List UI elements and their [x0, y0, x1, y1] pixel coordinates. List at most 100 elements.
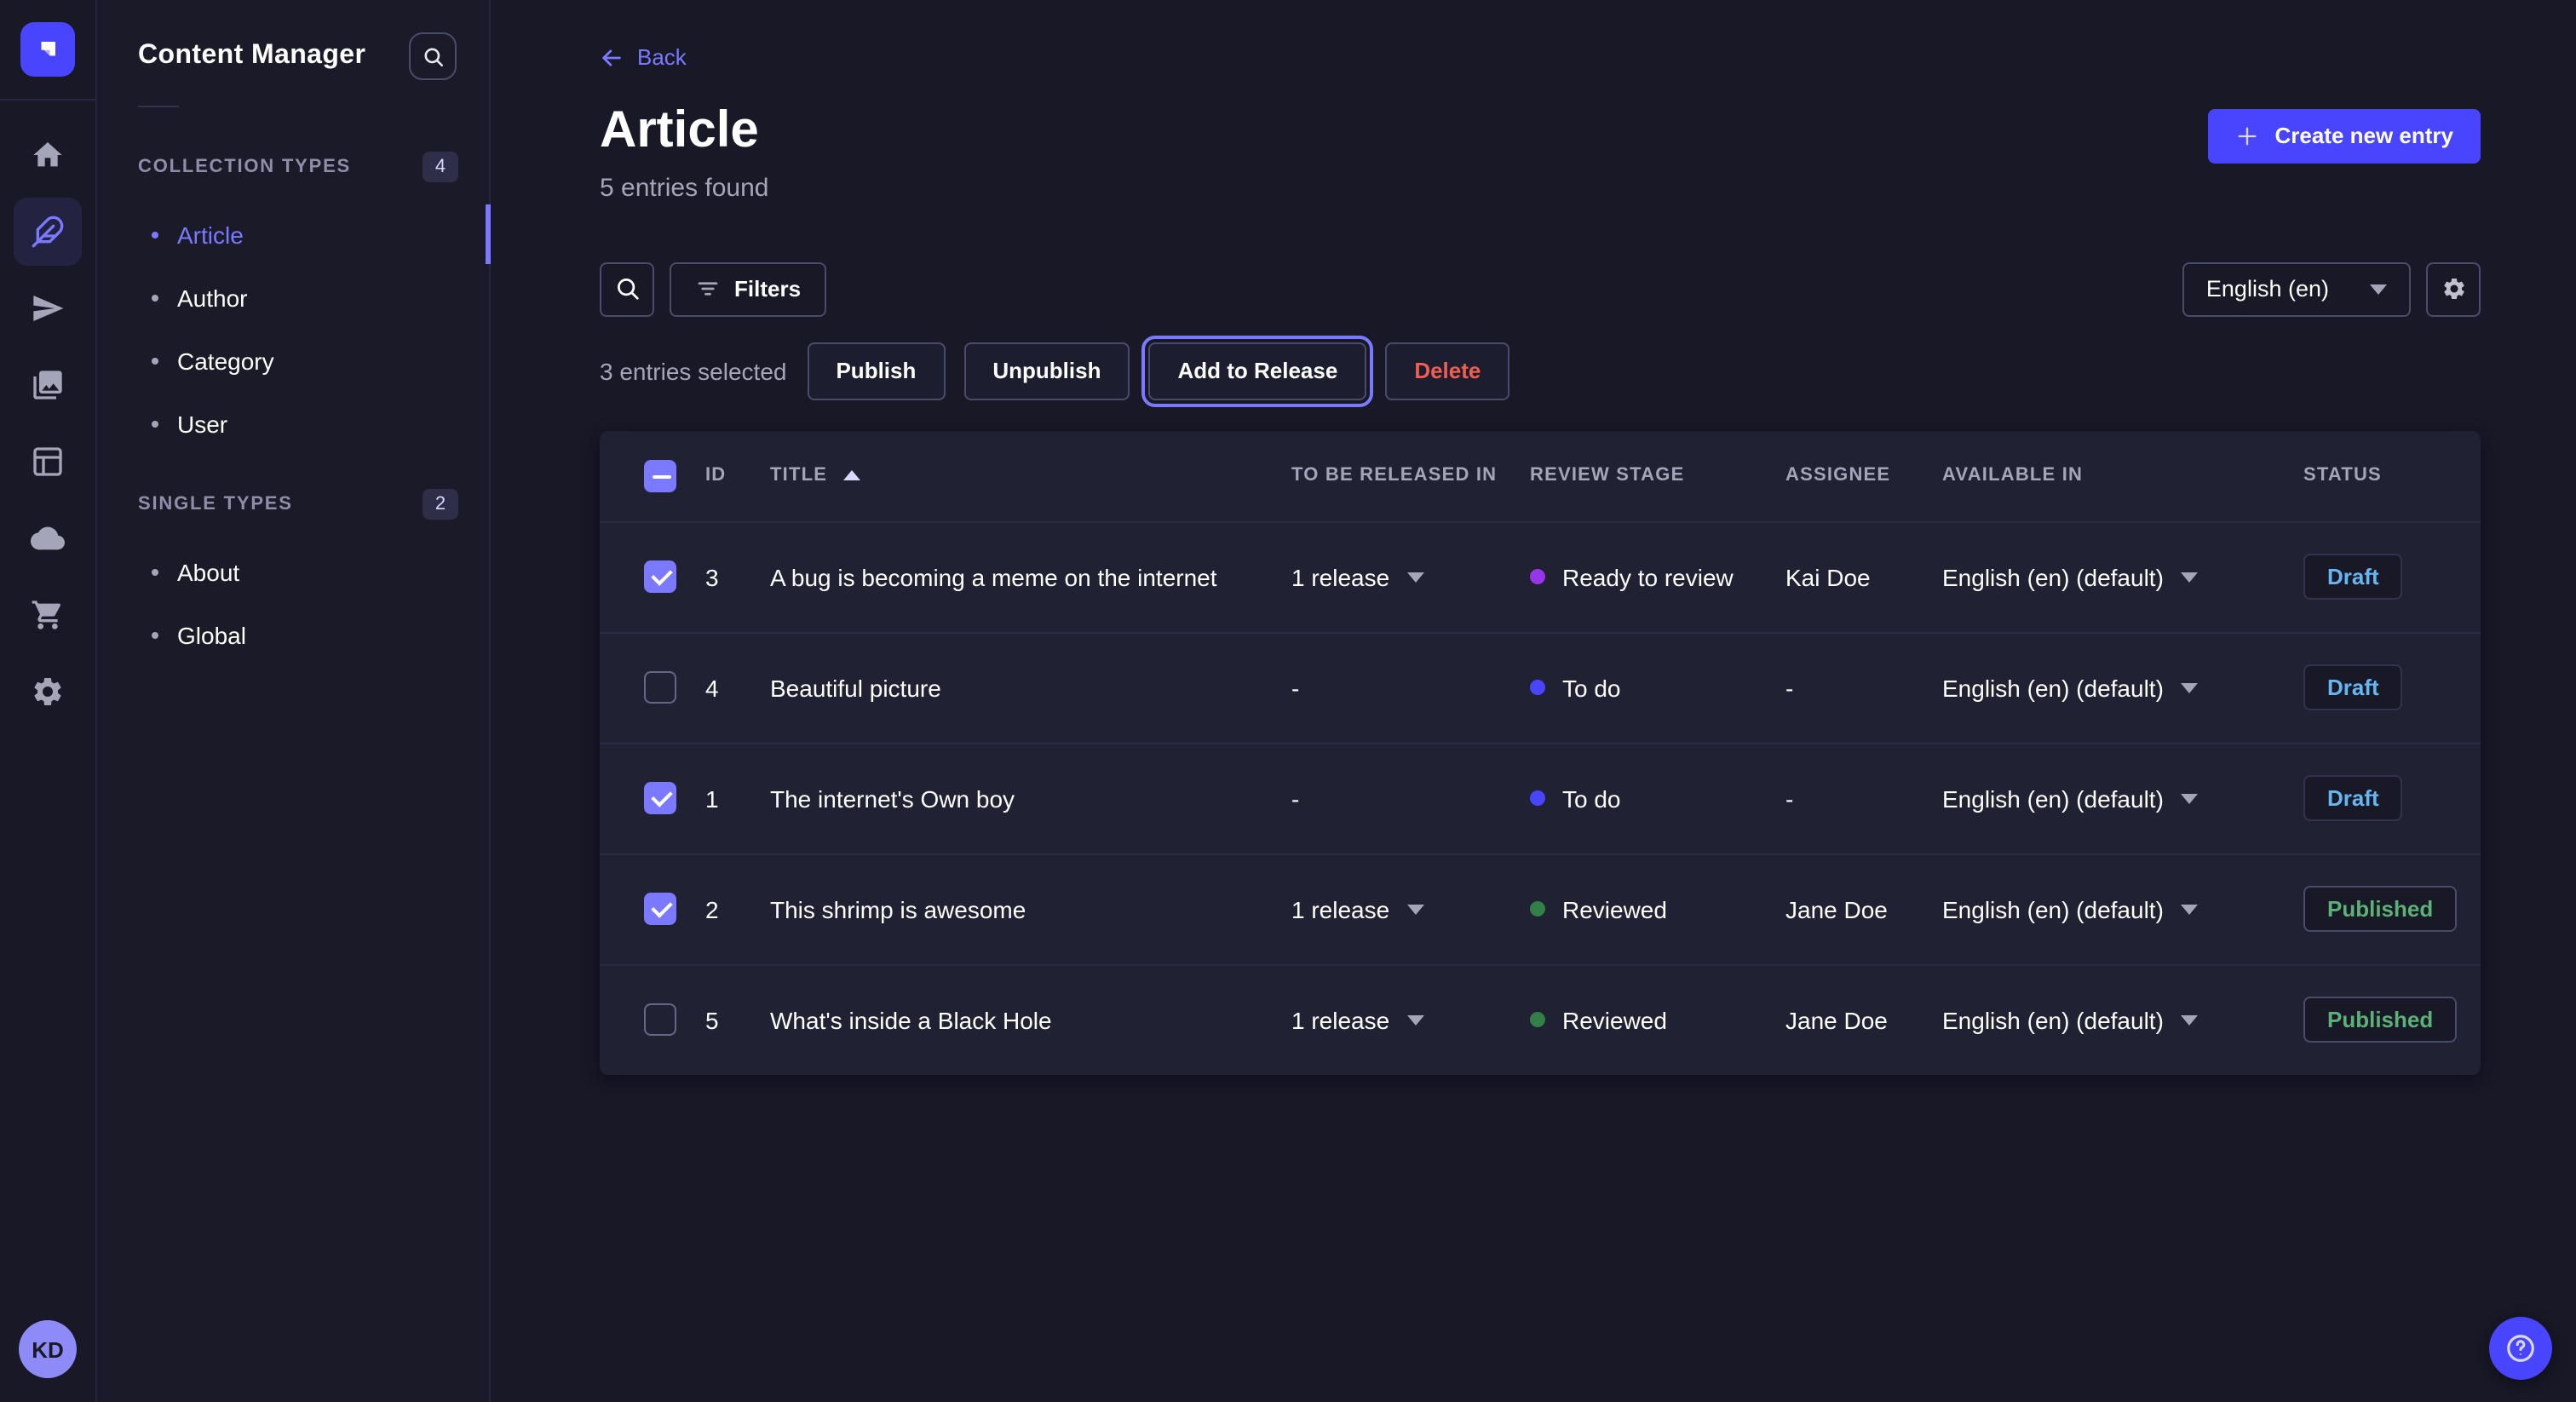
bullet-icon: [152, 568, 158, 575]
publish-button[interactable]: Publish: [807, 342, 945, 399]
row-title: This shrimp is awesome: [770, 895, 1291, 922]
review-stage-dot-icon: [1530, 680, 1545, 695]
cloud-icon[interactable]: [14, 504, 82, 572]
send-icon[interactable]: [14, 274, 82, 342]
page-title: Article: [600, 100, 769, 161]
column-header-id[interactable]: ID: [705, 465, 770, 486]
row-checkbox[interactable]: [644, 893, 676, 925]
sidebar-item-about[interactable]: About: [97, 540, 489, 603]
table-row: 5What's inside a Black Hole1 releaseRevi…: [600, 963, 2481, 1074]
add-to-release-button[interactable]: Add to Release: [1148, 342, 1366, 399]
released-value: 1 release: [1291, 895, 1389, 922]
content-manager-icon[interactable]: [14, 198, 82, 266]
status-badge: Draft: [2303, 664, 2403, 710]
column-header-available-in[interactable]: AVAILABLE IN: [1942, 465, 2303, 486]
content-type-builder-icon[interactable]: [14, 428, 82, 496]
unpublish-button[interactable]: Unpublish: [963, 342, 1130, 399]
chevron-down-icon[interactable]: [1406, 572, 1423, 582]
bullet-icon: [152, 294, 158, 301]
sidebar-item-author[interactable]: Author: [97, 266, 489, 329]
table-body: 3A bug is becoming a meme on the interne…: [600, 520, 2481, 1074]
marketplace-icon[interactable]: [14, 581, 82, 649]
main-nav: KD: [0, 0, 97, 1402]
row-checkbox[interactable]: [644, 560, 676, 593]
column-header-released[interactable]: TO BE RELEASED IN: [1291, 465, 1530, 486]
arrow-left-icon: [600, 45, 624, 69]
chevron-down-icon[interactable]: [1406, 1014, 1423, 1025]
back-link[interactable]: Back: [600, 44, 687, 70]
row-assignee: -: [1785, 784, 1942, 812]
help-button[interactable]: [2489, 1317, 2552, 1380]
row-assignee: Jane Doe: [1785, 895, 1942, 922]
filters-button[interactable]: Filters: [670, 261, 826, 316]
sort-ascending-icon: [842, 470, 860, 480]
row-checkbox[interactable]: [644, 782, 676, 814]
status-badge: Published: [2303, 997, 2457, 1043]
row-available-in: English (en) (default): [1942, 563, 2303, 590]
sidebar-item-label: Article: [177, 221, 244, 248]
locale-value: English (en): [2206, 276, 2329, 302]
checkbox-cell: [644, 782, 705, 814]
checkbox-cell: [644, 1003, 705, 1036]
filter-icon: [695, 276, 721, 302]
chevron-down-icon[interactable]: [1406, 904, 1423, 914]
row-status: Draft: [2303, 554, 2481, 600]
strapi-logo-icon: [32, 34, 63, 65]
column-header-title[interactable]: TITLE: [770, 465, 1291, 486]
chevron-down-icon[interactable]: [2181, 793, 2198, 803]
column-header-assignee[interactable]: ASSIGNEE: [1785, 465, 1942, 486]
row-available-in: English (en) (default): [1942, 1006, 2303, 1033]
row-status: Published: [2303, 997, 2481, 1043]
count-badge: 2: [423, 489, 458, 520]
row-available-in: English (en) (default): [1942, 674, 2303, 701]
column-header-status[interactable]: STATUS: [2303, 465, 2481, 486]
sidebar-item-global[interactable]: Global: [97, 603, 489, 666]
chevron-down-icon[interactable]: [2181, 682, 2198, 692]
row-review-stage: To do: [1530, 674, 1785, 701]
settings-icon[interactable]: [14, 658, 82, 726]
bullet-icon: [152, 420, 158, 427]
table-row: 2This shrimp is awesome1 releaseReviewed…: [600, 853, 2481, 963]
home-icon[interactable]: [14, 121, 82, 189]
search-icon[interactable]: [409, 32, 457, 80]
sidebar-item-article[interactable]: Article: [97, 203, 489, 266]
row-status: Draft: [2303, 664, 2481, 710]
available-in-value: English (en) (default): [1942, 563, 2164, 590]
select-all-checkbox[interactable]: [644, 459, 676, 491]
bullet-icon: [152, 357, 158, 364]
released-value: 1 release: [1291, 1006, 1389, 1033]
sidebar-item-category[interactable]: Category: [97, 329, 489, 392]
search-icon[interactable]: [600, 261, 654, 316]
create-button-label: Create new entry: [2274, 123, 2453, 148]
user-avatar[interactable]: KD: [19, 1320, 77, 1378]
row-available-in: English (en) (default): [1942, 784, 2303, 812]
locale-select[interactable]: English (en): [2182, 261, 2411, 316]
row-checkbox[interactable]: [644, 671, 676, 704]
row-title: A bug is becoming a meme on the internet: [770, 563, 1291, 590]
gear-icon[interactable]: [2426, 261, 2481, 316]
media-library-icon[interactable]: [14, 351, 82, 419]
collection-types-section: COLLECTION TYPES 4 Article Author Catego…: [97, 148, 489, 455]
main-content: Back Article 5 entries found Create new …: [491, 0, 2576, 1402]
section-label: COLLECTION TYPES: [138, 157, 351, 177]
review-stage-dot-icon: [1530, 790, 1545, 806]
section-label: SINGLE TYPES: [138, 494, 293, 514]
strapi-logo[interactable]: [20, 22, 75, 77]
row-checkbox[interactable]: [644, 1003, 676, 1036]
bullet-icon: [152, 231, 158, 238]
chevron-down-icon[interactable]: [2181, 1014, 2198, 1025]
column-header-title-label: TITLE: [770, 465, 827, 486]
review-stage-dot-icon: [1530, 1012, 1545, 1027]
released-value: -: [1291, 674, 1299, 701]
nav-divider: [0, 99, 95, 101]
row-id: 3: [705, 563, 770, 590]
sidebar-item-user[interactable]: User: [97, 392, 489, 455]
column-header-review-stage[interactable]: REVIEW STAGE: [1530, 465, 1785, 486]
create-new-entry-button[interactable]: Create new entry: [2208, 108, 2481, 163]
chevron-down-icon[interactable]: [2181, 904, 2198, 914]
table-row: 3A bug is becoming a meme on the interne…: [600, 520, 2481, 631]
chevron-down-icon[interactable]: [2181, 572, 2198, 582]
delete-button[interactable]: Delete: [1385, 342, 1509, 399]
review-stage-dot-icon: [1530, 569, 1545, 584]
sidebar-item-label: User: [177, 410, 227, 437]
